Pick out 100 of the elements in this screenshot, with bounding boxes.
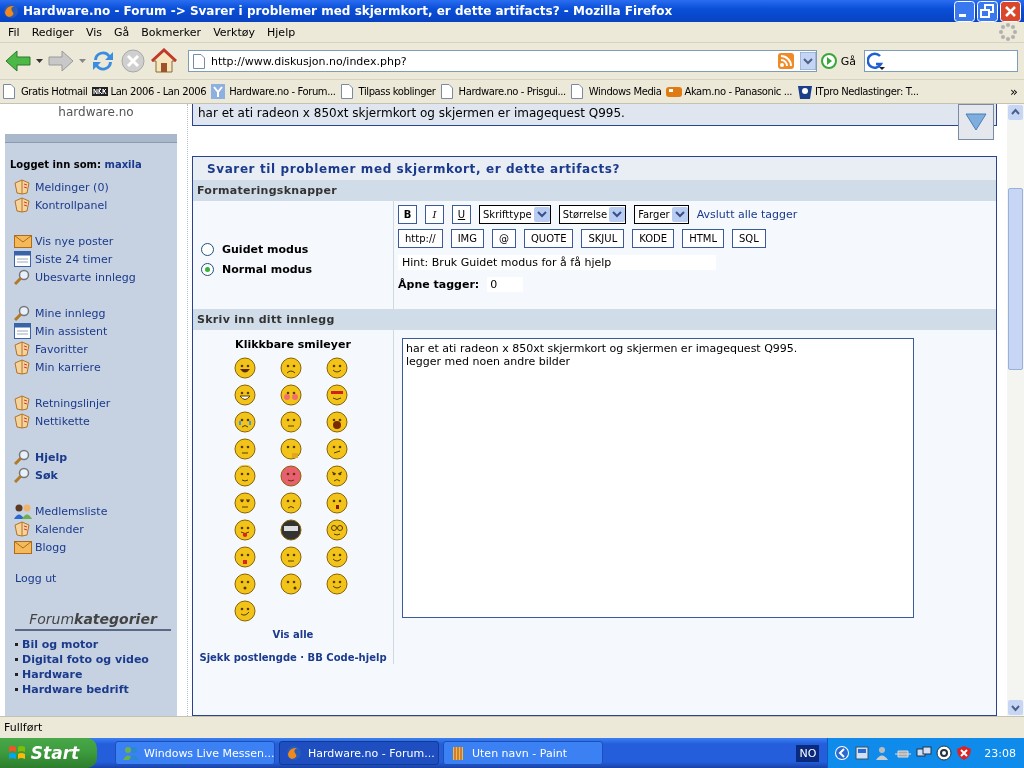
- help-link[interactable]: BB Code-hjelp: [307, 652, 387, 663]
- sidebar-link[interactable]: Nettikette: [14, 412, 177, 430]
- shield-icon[interactable]: [956, 745, 973, 761]
- chevron-left-icon[interactable]: [834, 745, 851, 761]
- menu-item[interactable]: Hjelp: [261, 25, 302, 39]
- sidebar-link[interactable]: Ubesvarte innlegg: [14, 268, 177, 286]
- menu-item[interactable]: Vis: [79, 25, 108, 39]
- dropdown[interactable]: Skrifttype: [479, 205, 551, 224]
- sidebar-link[interactable]: Min assistent: [14, 322, 177, 340]
- language-indicator[interactable]: NO: [796, 744, 820, 762]
- start-button[interactable]: Start: [0, 738, 97, 768]
- smiley-icon[interactable]: [280, 573, 302, 595]
- scroll-up-icon[interactable]: [1008, 105, 1023, 120]
- bookmark[interactable]: ITpro Nedlastinger: T...: [796, 84, 920, 99]
- go-icon[interactable]: [820, 53, 837, 69]
- radio-button[interactable]: [201, 262, 214, 276]
- smiley-icon[interactable]: [326, 411, 348, 433]
- menu-item[interactable]: Gå: [107, 25, 136, 39]
- smiley-icon[interactable]: [280, 357, 302, 379]
- message-field[interactable]: har et ati radeon x 850xt skjermkort og skjermen er imagequest Q995. legger med noen andre bilder: [402, 338, 914, 618]
- smiley-icon[interactable]: [326, 519, 348, 541]
- restore-icon[interactable]: [977, 0, 998, 22]
- category-link[interactable]: Bil og motor: [22, 638, 99, 651]
- sidebar-link[interactable]: Vis nye poster: [14, 232, 177, 250]
- search-engine-icon[interactable]: [867, 52, 885, 70]
- download-button[interactable]: [958, 104, 994, 140]
- bookmark[interactable]: Windows Media: [569, 84, 663, 99]
- dropdown-arrow-icon[interactable]: [36, 58, 43, 64]
- taskbar-button[interactable]: Uten navn - Paint: [443, 741, 603, 765]
- smiley-icon[interactable]: [280, 465, 302, 487]
- vertical-scrollbar[interactable]: [1007, 104, 1024, 716]
- format-button[interactable]: U: [452, 205, 471, 224]
- smiley-icon[interactable]: [280, 519, 302, 541]
- tag-button[interactable]: @: [491, 229, 516, 248]
- smiley-icon[interactable]: [234, 384, 256, 406]
- smiley-icon[interactable]: [280, 492, 302, 514]
- sidebar-link[interactable]: Medlemsliste: [14, 502, 177, 520]
- smiley-icon[interactable]: [326, 438, 348, 460]
- sidebar-link[interactable]: Blogg: [14, 538, 177, 556]
- site-logo[interactable]: hardware.no: [58, 104, 134, 120]
- tag-button[interactable]: HTML: [682, 229, 724, 248]
- smiley-icon[interactable]: [326, 357, 348, 379]
- close-icon[interactable]: [1000, 0, 1021, 22]
- bookmark[interactable]: Hardware.no - Prisgui...: [439, 84, 567, 99]
- tag-button[interactable]: http://: [398, 229, 443, 248]
- scroll-thumb[interactable]: [1008, 188, 1023, 370]
- bookmark[interactable]: Akam.no - Panasonic ...: [665, 84, 793, 99]
- category-link[interactable]: Hardware bedrift: [22, 683, 129, 696]
- sidebar-link[interactable]: Søk: [14, 466, 177, 484]
- show-all-link[interactable]: Vis alle: [272, 629, 314, 640]
- address-field[interactable]: http://www.diskusjon.no/index.php?: [188, 50, 817, 72]
- open-tags-field[interactable]: 0: [487, 277, 524, 292]
- sidebar-link[interactable]: Min karriere: [14, 358, 177, 376]
- smiley-icon[interactable]: [234, 465, 256, 487]
- menu-item[interactable]: Verktøy: [207, 25, 262, 39]
- close-tags-link[interactable]: Avslutt alle tagger: [696, 208, 798, 221]
- tag-button[interactable]: QUOTE: [523, 229, 574, 248]
- tag-button[interactable]: KODE: [632, 229, 675, 248]
- sidebar-link[interactable]: Meldinger (0): [14, 178, 177, 196]
- menu-item[interactable]: Rediger: [25, 25, 80, 39]
- category-link[interactable]: Digital foto og video: [22, 653, 149, 666]
- help-link[interactable]: Sjekk postlengde: [199, 652, 297, 663]
- bookmark[interactable]: Lan 2006 - Lan 2006: [91, 84, 208, 99]
- radio-button[interactable]: [201, 242, 214, 256]
- home-icon[interactable]: [150, 48, 178, 74]
- tag-button[interactable]: IMG: [450, 229, 484, 248]
- sidebar-link[interactable]: Retningslinjer: [14, 394, 177, 412]
- smiley-icon[interactable]: [326, 573, 348, 595]
- sidebar-link[interactable]: Siste 24 timer: [14, 250, 177, 268]
- sidebar-link[interactable]: Mine innlegg: [14, 304, 177, 322]
- smiley-icon[interactable]: [234, 411, 256, 433]
- category-link[interactable]: Hardware: [22, 668, 83, 681]
- scroll-down-icon[interactable]: [1008, 700, 1023, 715]
- dropdown[interactable]: Farger: [634, 205, 689, 224]
- smiley-icon[interactable]: [234, 357, 256, 379]
- smiley-icon[interactable]: [326, 465, 348, 487]
- sidebar-link[interactable]: Kontrollpanel: [14, 196, 177, 214]
- smiley-icon[interactable]: [234, 519, 256, 541]
- dropdown-arrow-icon[interactable]: [799, 52, 816, 70]
- tag-button[interactable]: SQL: [731, 229, 766, 248]
- minimize-icon[interactable]: [954, 0, 975, 22]
- sidebar-link[interactable]: Favoritter: [14, 340, 177, 358]
- smiley-icon[interactable]: [326, 384, 348, 406]
- computer-icon[interactable]: [854, 745, 871, 761]
- tag-button[interactable]: SKJUL: [581, 229, 625, 248]
- sidebar-link[interactable]: Hjelp: [14, 448, 177, 466]
- go-button[interactable]: Gå: [840, 54, 860, 68]
- hint-field[interactable]: Hint: Bruk Guidet modus for å få hjelp: [398, 255, 716, 270]
- search-field[interactable]: [864, 50, 1018, 72]
- more-bookmarks-button[interactable]: »: [1006, 84, 1022, 99]
- bookmark[interactable]: Gratis Hotmail: [2, 84, 89, 99]
- smiley-icon[interactable]: [326, 546, 348, 568]
- smiley-icon[interactable]: [234, 600, 256, 622]
- dropdown[interactable]: Størrelse: [558, 205, 627, 224]
- smiley-icon[interactable]: [326, 492, 348, 514]
- smiley-icon[interactable]: [234, 573, 256, 595]
- taskbar-button[interactable]: Windows Live Messen...: [115, 741, 275, 765]
- bookmark[interactable]: Hardware.no - Forum...: [210, 84, 337, 99]
- format-button[interactable]: I: [425, 205, 444, 224]
- format-button[interactable]: B: [398, 205, 417, 224]
